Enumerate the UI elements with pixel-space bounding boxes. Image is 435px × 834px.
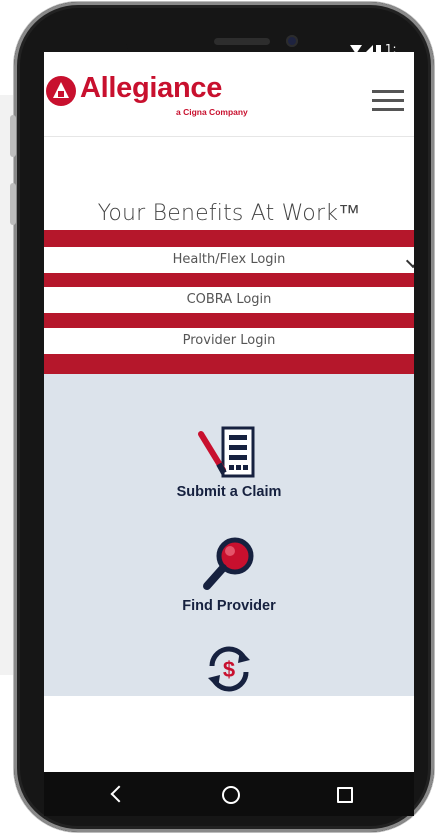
cobra-login-link[interactable]: COBRA Login [44,287,414,313]
find-provider-label: Find Provider [182,598,276,614]
back-icon[interactable] [104,780,134,810]
submit-claim-icon [198,426,255,478]
dollar-feature-link[interactable]: $ [44,644,414,694]
dollar-refresh-icon: $ [208,646,250,692]
android-nav-bar [44,772,414,816]
page-footer-area [44,696,414,772]
hamburger-menu-icon[interactable] [372,90,406,116]
health-flex-login-select[interactable]: Health/Flex Login [44,247,414,273]
recent-apps-icon[interactable] [330,780,360,810]
front-camera [286,35,298,47]
find-provider-link[interactable]: Find Provider [44,536,414,614]
logo-mark-icon [46,76,76,106]
svg-text:$: $ [223,657,235,682]
home-icon[interactable] [216,780,246,810]
features-section: Submit a Claim Find Provider $ [44,374,414,696]
submit-claim-link[interactable]: Submit a Claim [44,426,414,500]
volume-up-button [10,115,16,157]
app-screen: Allegiance a Cigna Company Your Benefits… [44,52,414,772]
volume-down-button [10,183,16,225]
app-header: Allegiance a Cigna Company [44,52,414,137]
brand-name: Allegiance [80,72,223,104]
magnifier-search-icon [203,537,254,590]
speaker-grille [214,38,270,45]
chevron-down-icon [405,253,414,269]
hero-tagline: Your Benefits At Work™ [97,201,361,226]
submit-claim-label: Submit a Claim [176,484,282,500]
brand-subtitle: a Cigna Company [176,107,248,117]
provider-login-link[interactable]: Provider Login [44,328,414,354]
